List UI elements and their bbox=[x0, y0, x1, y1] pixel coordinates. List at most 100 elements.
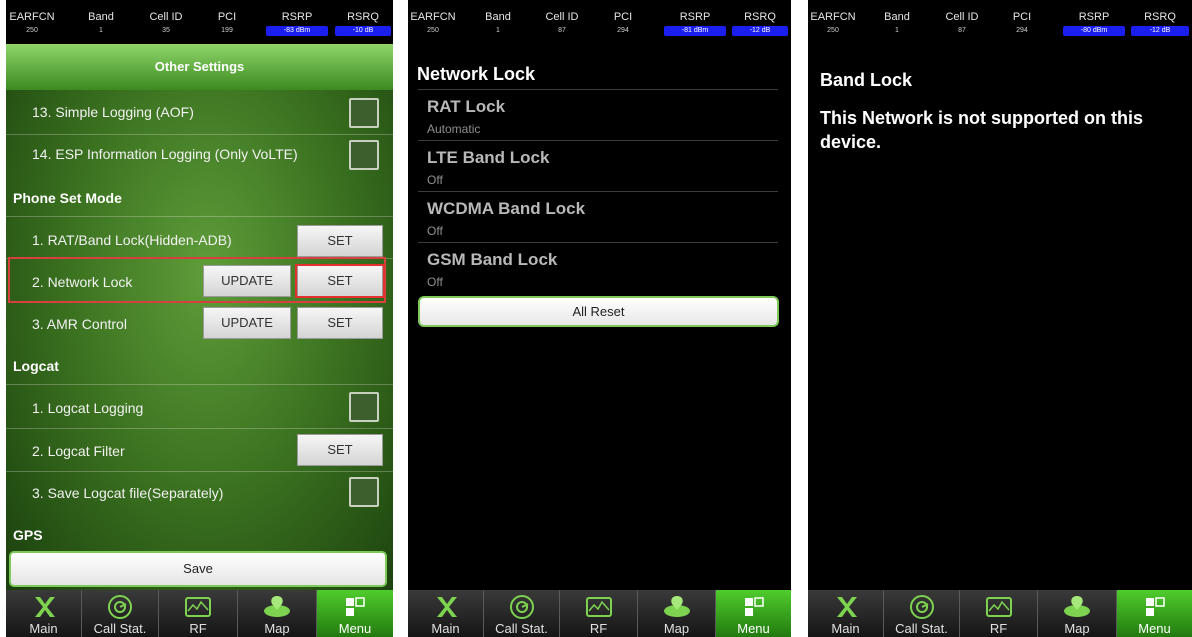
band-label: Band bbox=[884, 11, 910, 23]
amr-control-label: 3. AMR Control bbox=[32, 316, 127, 332]
divider bbox=[418, 191, 778, 192]
rsrp-label: RSRP bbox=[281, 11, 313, 23]
network-lock-screen: EARFCN 250 Band 1 Cell ID 87 PCI 294 RSRP -81… bbox=[408, 0, 791, 637]
pci-label: PCI bbox=[217, 11, 237, 23]
nav-tab-label: Map bbox=[663, 621, 690, 636]
nav-tab-rf[interactable]: RF bbox=[560, 590, 638, 637]
nav-tab-label: Main bbox=[29, 621, 58, 636]
nav-tab-label: Main bbox=[831, 621, 860, 636]
menu-icon bbox=[1145, 597, 1165, 616]
save-logcat-row[interactable]: 3. Save Logcat file(Separately) bbox=[6, 485, 393, 505]
nav-tab-label: Menu bbox=[1138, 621, 1171, 636]
pci-column: PCI 294 bbox=[601, 0, 645, 44]
network-lock-update-button[interactable]: UPDATE bbox=[203, 265, 291, 297]
x-icon bbox=[836, 597, 857, 617]
rf-icon bbox=[985, 597, 1012, 617]
nav-tab-map[interactable]: Map bbox=[638, 590, 716, 637]
nav-tab-call-stat[interactable]: Call Stat. bbox=[484, 590, 560, 637]
pci-column: PCI 199 bbox=[205, 0, 249, 44]
rat-lock-title: RAT Lock bbox=[427, 97, 506, 116]
logcat-filter-label: 2. Logcat Filter bbox=[32, 443, 125, 459]
earfcn-column: EARFCN 250 bbox=[6, 0, 58, 44]
rf-icon bbox=[185, 597, 211, 617]
not-supported-message: This Network is not supported on this de… bbox=[820, 108, 1144, 152]
rsrq-column: RSRQ -10 dB bbox=[334, 0, 392, 44]
cell-id-label: Cell ID bbox=[149, 11, 183, 23]
rsrq-column: RSRQ -12 dB bbox=[731, 0, 789, 44]
divider bbox=[6, 384, 393, 385]
rsrq-label: RSRQ bbox=[1144, 11, 1176, 23]
nav-tab-call-stat[interactable]: Call Stat. bbox=[884, 590, 960, 637]
nav-tab-menu[interactable]: Menu bbox=[317, 590, 393, 637]
call-stat-icon bbox=[909, 595, 934, 619]
band-column: Band 1 bbox=[473, 0, 523, 44]
nav-tab-map[interactable]: Map bbox=[238, 590, 317, 637]
esp-logging-row[interactable]: 14. ESP Information Logging (Only VoLTE) bbox=[6, 146, 393, 166]
map-icon bbox=[663, 596, 690, 617]
nav-tab-label: RF bbox=[589, 621, 608, 636]
call-stat-icon bbox=[108, 595, 132, 619]
phone-set-mode-heading: Phone Set Mode bbox=[13, 190, 122, 206]
rat-lock-value: Automatic bbox=[427, 122, 481, 136]
signal-status-bar: EARFCN 250 Band 1 Cell ID 87 PCI 294 RSRP -80… bbox=[808, 0, 1192, 44]
menu-icon bbox=[744, 597, 764, 616]
earfcn-value: 250 bbox=[427, 27, 439, 34]
other-settings-screen: EARFCN 250 Band 1 Cell ID 35 PCI 199 RSRP -83… bbox=[6, 0, 393, 637]
band-value: 1 bbox=[895, 27, 899, 34]
logcat-logging-checkbox[interactable] bbox=[349, 392, 379, 422]
nav-tab-call-stat[interactable]: Call Stat. bbox=[82, 590, 159, 637]
logcat-logging-label: 1. Logcat Logging bbox=[32, 400, 144, 416]
cell-id-column: Cell ID 87 bbox=[936, 0, 988, 44]
x-icon bbox=[34, 597, 55, 617]
cell-id-value: 35 bbox=[162, 27, 170, 34]
nav-tab-label: Map bbox=[1064, 621, 1090, 636]
gps-heading: GPS bbox=[13, 527, 43, 543]
pci-label: PCI bbox=[1012, 11, 1032, 23]
nav-tab-main[interactable]: Main bbox=[808, 590, 884, 637]
rf-icon bbox=[585, 597, 612, 617]
page-title: Network Lock bbox=[417, 64, 536, 84]
nav-tab-label: Menu bbox=[737, 621, 770, 636]
nav-tab-label: Map bbox=[264, 621, 290, 636]
divider bbox=[6, 216, 393, 217]
rsrp-label: RSRP bbox=[1078, 11, 1110, 23]
logcat-filter-set-button[interactable]: SET bbox=[297, 434, 383, 466]
wcdma-band-lock-value: Off bbox=[427, 224, 443, 238]
divider bbox=[6, 428, 393, 429]
earfcn-column: EARFCN 250 bbox=[808, 0, 858, 44]
earfcn-label: EARFCN bbox=[410, 11, 456, 23]
nav-tab-menu[interactable]: Menu bbox=[1117, 590, 1192, 637]
save-logcat-checkbox[interactable] bbox=[349, 477, 379, 507]
logcat-heading: Logcat bbox=[13, 358, 59, 374]
rsrp-label: RSRP bbox=[679, 11, 711, 23]
rsrq-column: RSRQ -12 dB bbox=[1130, 0, 1190, 44]
pci-value: 294 bbox=[617, 27, 629, 34]
nav-tab-map[interactable]: Map bbox=[1038, 590, 1117, 637]
amr-control-update-button[interactable]: UPDATE bbox=[203, 307, 291, 339]
simple-logging-row[interactable]: 13. Simple Logging (AOF) bbox=[6, 104, 393, 124]
nav-tab-rf[interactable]: RF bbox=[960, 590, 1038, 637]
pci-value: 294 bbox=[1016, 27, 1028, 34]
nav-tab-rf[interactable]: RF bbox=[159, 590, 238, 637]
save-logcat-label: 3. Save Logcat file(Separately) bbox=[32, 485, 224, 501]
esp-logging-checkbox[interactable] bbox=[349, 140, 379, 170]
amr-control-set-button[interactable]: SET bbox=[297, 307, 383, 339]
all-reset-button[interactable]: All Reset bbox=[418, 296, 779, 327]
band-column: Band 1 bbox=[76, 0, 126, 44]
nav-tab-label: Call Stat. bbox=[93, 621, 147, 636]
simple-logging-checkbox[interactable] bbox=[349, 98, 379, 128]
save-button[interactable]: Save bbox=[9, 551, 387, 587]
nav-tab-main[interactable]: Main bbox=[408, 590, 484, 637]
band-lock-screen: EARFCN 250 Band 1 Cell ID 87 PCI 294 RSRP -80… bbox=[808, 0, 1192, 637]
rsrq-label: RSRQ bbox=[347, 11, 379, 23]
nav-tab-main[interactable]: Main bbox=[6, 590, 82, 637]
cell-id-column: Cell ID 35 bbox=[140, 0, 192, 44]
rsrp-value: -81 dBm bbox=[664, 26, 726, 36]
rsrp-value: -83 dBm bbox=[266, 26, 328, 36]
band-value: 1 bbox=[496, 27, 500, 34]
rsrp-column: RSRP -80 dBm bbox=[1062, 0, 1126, 44]
nav-tab-menu[interactable]: Menu bbox=[716, 590, 791, 637]
rat-band-lock-set-button[interactable]: SET bbox=[297, 225, 383, 257]
logcat-logging-row[interactable]: 1. Logcat Logging bbox=[6, 400, 393, 420]
rat-band-lock-label: 1. RAT/Band Lock(Hidden-ADB) bbox=[32, 232, 232, 248]
